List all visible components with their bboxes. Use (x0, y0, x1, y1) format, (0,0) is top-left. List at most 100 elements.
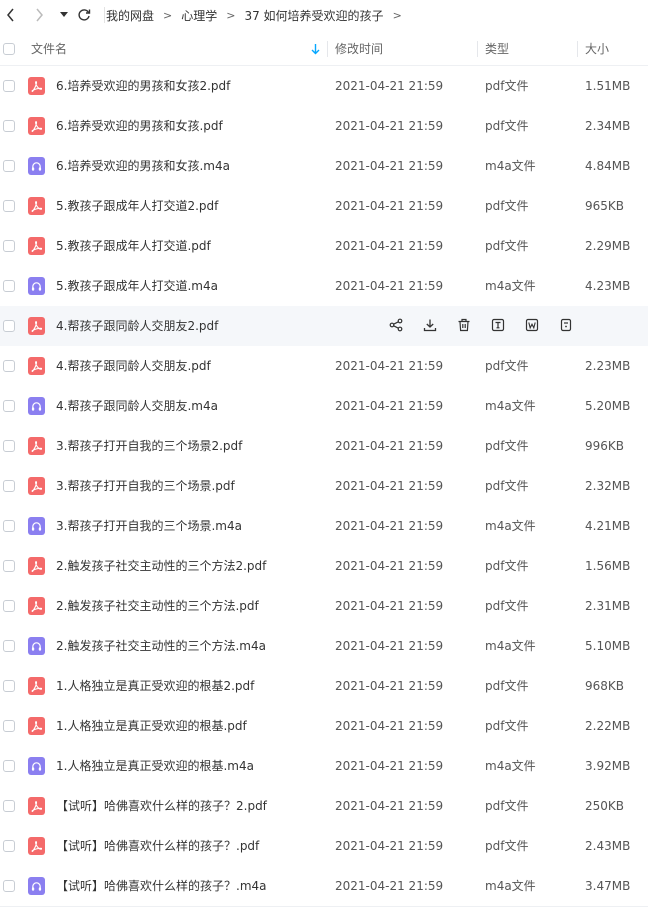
file-name[interactable]: 【试听】哈佛喜欢什么样的孩子？.pdf (56, 826, 259, 866)
share-button[interactable] (388, 318, 404, 334)
more-actions-button[interactable] (558, 318, 574, 334)
file-modified-date: 2021-04-21 21:59 (335, 239, 444, 253)
row-checkbox[interactable] (3, 480, 15, 492)
row-checkbox[interactable] (3, 400, 15, 412)
pdf-file-icon (31, 240, 42, 252)
file-row[interactable]: 【试听】哈佛喜欢什么样的孩子？.pdf 2021-04-21 21:59 pdf文件… (0, 826, 648, 866)
column-header-name[interactable]: 文件名 (31, 33, 67, 65)
column-header-modified[interactable]: 修改时间 (335, 33, 383, 65)
row-checkbox[interactable] (3, 760, 15, 772)
row-checkbox[interactable] (3, 120, 15, 132)
row-checkbox[interactable] (3, 800, 15, 812)
download-icon (423, 318, 437, 335)
file-row[interactable]: 2.触发孩子社交主动性的三个方法.pdf 2021-04-21 21:59 pdf文… (0, 586, 648, 626)
file-modified-date: 2021-04-21 21:59 (335, 879, 444, 893)
file-row[interactable]: 5.教孩子跟成年人打交道.m4a 2021-04-21 21:59 m4a文件 4.2… (0, 266, 648, 306)
file-type-icon (28, 477, 45, 495)
breadcrumb-item-root[interactable]: 我的网盘 (106, 7, 154, 24)
file-modified-date: 2021-04-21 21:59 (335, 679, 444, 693)
file-type-icon (28, 157, 45, 175)
history-dropdown-button[interactable] (55, 6, 73, 24)
file-name[interactable]: 6.培养受欢迎的男孩和女孩.m4a (56, 146, 230, 186)
select-all-checkbox[interactable] (3, 43, 15, 55)
convert-word-button[interactable] (524, 318, 540, 334)
breadcrumb-item-folder[interactable]: 心理学 (181, 7, 217, 24)
file-size: 250KB (585, 799, 625, 813)
file-name[interactable]: 4.帮孩子跟同龄人交朋友.pdf (56, 346, 211, 386)
file-row[interactable]: 6.培养受欢迎的男孩和女孩.m4a 2021-04-21 21:59 m4a文件 4.… (0, 146, 648, 186)
file-row[interactable]: 4.帮孩子跟同龄人交朋友.pdf 2021-04-21 21:59 pdf文件 2.2… (0, 346, 648, 386)
row-checkbox[interactable] (3, 360, 15, 372)
row-checkbox[interactable] (3, 80, 15, 92)
file-row[interactable]: 2.触发孩子社交主动性的三个方法.m4a 2021-04-21 21:59 m4a文… (0, 626, 648, 666)
file-name[interactable]: 1.人格独立是真正受欢迎的根基.pdf (56, 706, 247, 746)
file-name[interactable]: 2.触发孩子社交主动性的三个方法.pdf (56, 586, 259, 626)
row-checkbox[interactable] (3, 200, 15, 212)
file-name[interactable]: 5.教孩子跟成年人打交道2.pdf (56, 186, 218, 226)
row-checkbox[interactable] (3, 560, 15, 572)
file-name[interactable]: 3.帮孩子打开自我的三个场景.pdf (56, 466, 235, 506)
file-name[interactable]: 【试听】哈佛喜欢什么样的孩子？2.pdf (56, 786, 267, 826)
file-type-icon (28, 637, 45, 655)
column-divider[interactable] (477, 41, 478, 57)
column-divider[interactable] (577, 41, 578, 57)
row-checkbox[interactable] (3, 720, 15, 732)
file-name[interactable]: 2.触发孩子社交主动性的三个方法.m4a (56, 626, 266, 666)
file-row[interactable]: 【试听】哈佛喜欢什么样的孩子？2.pdf 2021-04-21 21:59 pdf文… (0, 786, 648, 826)
row-checkbox[interactable] (3, 520, 15, 532)
sort-arrow-icon[interactable] (311, 43, 320, 55)
file-modified-date: 2021-04-21 21:59 (335, 359, 444, 373)
file-name[interactable]: 4.帮孩子跟同龄人交朋友2.pdf (56, 306, 218, 346)
file-row[interactable]: 4.帮孩子跟同龄人交朋友2.pdf (0, 306, 648, 346)
column-header-size[interactable]: 大小 (585, 33, 609, 65)
file-row[interactable]: 5.教孩子跟成年人打交道.pdf 2021-04-21 21:59 pdf文件 2.2… (0, 226, 648, 266)
file-name[interactable]: 6.培养受欢迎的男孩和女孩.pdf (56, 106, 223, 146)
file-row[interactable]: 3.帮孩子打开自我的三个场景.pdf 2021-04-21 21:59 pdf文件 2… (0, 466, 648, 506)
forward-button[interactable] (30, 6, 48, 24)
file-row[interactable]: 6.培养受欢迎的男孩和女孩.pdf 2021-04-21 21:59 pdf文件 2.… (0, 106, 648, 146)
row-checkbox[interactable] (3, 600, 15, 612)
file-name[interactable]: 1.人格独立是真正受欢迎的根基2.pdf (56, 666, 254, 706)
file-name[interactable]: 5.教孩子跟成年人打交道.m4a (56, 266, 218, 306)
file-row[interactable]: 6.培养受欢迎的男孩和女孩2.pdf 2021-04-21 21:59 pdf文件 1… (0, 66, 648, 106)
file-name[interactable]: 【试听】哈佛喜欢什么样的孩子？.m4a (56, 866, 267, 906)
row-checkbox[interactable] (3, 840, 15, 852)
more-icon (559, 318, 573, 335)
file-name[interactable]: 2.触发孩子社交主动性的三个方法2.pdf (56, 546, 266, 586)
convert-text-button[interactable] (490, 318, 506, 334)
row-checkbox[interactable] (3, 160, 15, 172)
row-checkbox[interactable] (3, 240, 15, 252)
row-checkbox[interactable] (3, 320, 15, 332)
file-row[interactable]: 【试听】哈佛喜欢什么样的孩子？.m4a 2021-04-21 21:59 m4a文件… (0, 866, 648, 906)
row-checkbox[interactable] (3, 280, 15, 292)
pdf-file-icon (31, 200, 42, 212)
row-checkbox[interactable] (3, 640, 15, 652)
row-checkbox[interactable] (3, 880, 15, 892)
file-row[interactable]: 1.人格独立是真正受欢迎的根基.pdf 2021-04-21 21:59 pdf文件… (0, 706, 648, 746)
column-header-type[interactable]: 类型 (485, 33, 509, 65)
file-name[interactable]: 6.培养受欢迎的男孩和女孩2.pdf (56, 66, 230, 106)
file-row[interactable]: 3.帮孩子打开自我的三个场景2.pdf 2021-04-21 21:59 pdf文件… (0, 426, 648, 466)
row-checkbox[interactable] (3, 680, 15, 692)
refresh-button[interactable] (75, 6, 93, 24)
file-list-header: 文件名 修改时间 类型 大小 (0, 33, 648, 66)
file-row[interactable]: 1.人格独立是真正受欢迎的根基.m4a 2021-04-21 21:59 m4a文件… (0, 746, 648, 786)
file-row[interactable]: 4.帮孩子跟同龄人交朋友.m4a 2021-04-21 21:59 m4a文件 5.2… (0, 386, 648, 426)
file-name[interactable]: 3.帮孩子打开自我的三个场景.m4a (56, 506, 242, 546)
column-divider[interactable] (327, 41, 328, 57)
toolbar: 我的网盘 > 心理学 > 37 如何培养受欢迎的孩子 > (0, 0, 648, 30)
file-name[interactable]: 1.人格独立是真正受欢迎的根基.m4a (56, 746, 254, 786)
file-row[interactable]: 5.教孩子跟成年人打交道2.pdf 2021-04-21 21:59 pdf文件 96… (0, 186, 648, 226)
row-checkbox[interactable] (3, 440, 15, 452)
back-button[interactable] (2, 6, 20, 24)
file-row[interactable]: 1.人格独立是真正受欢迎的根基2.pdf 2021-04-21 21:59 pdf文… (0, 666, 648, 706)
file-row[interactable]: 2.触发孩子社交主动性的三个方法2.pdf 2021-04-21 21:59 pdf… (0, 546, 648, 586)
file-name[interactable]: 5.教孩子跟成年人打交道.pdf (56, 226, 211, 266)
delete-button[interactable] (456, 318, 472, 334)
file-name[interactable]: 3.帮孩子打开自我的三个场景2.pdf (56, 426, 242, 466)
breadcrumb-item-current[interactable]: 37 如何培养受欢迎的孩子 (244, 7, 383, 24)
file-row[interactable]: 3.帮孩子打开自我的三个场景.m4a 2021-04-21 21:59 m4a文件 4… (0, 506, 648, 546)
download-button[interactable] (422, 318, 438, 334)
file-name[interactable]: 4.帮孩子跟同龄人交朋友.m4a (56, 386, 218, 426)
file-size: 1.56MB (585, 559, 631, 573)
